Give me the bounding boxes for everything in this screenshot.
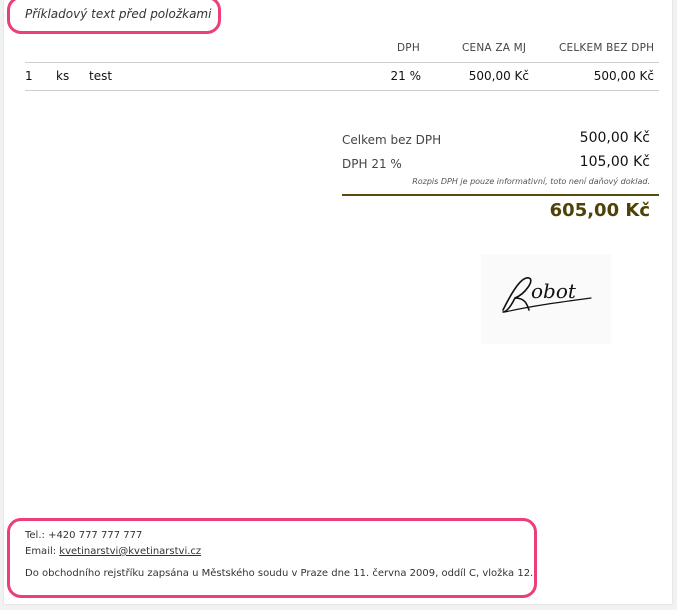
subtotal-value: 500,00 Kč xyxy=(579,130,650,146)
header-unit-price: CENA ZA MJ xyxy=(462,42,527,54)
signature-image: obot xyxy=(481,254,611,344)
row-quantity: 1 xyxy=(25,69,33,83)
subtotal-label: Celkem bez DPH xyxy=(342,133,442,147)
row-vat: 21 % xyxy=(390,69,422,83)
svg-text:obot: obot xyxy=(531,279,577,303)
footer-email-link[interactable]: kvetinarstvi@kvetinarstvi.cz xyxy=(59,546,201,557)
signature-drawing: obot xyxy=(502,277,592,313)
footer-email-line: Email: kvetinarstvi@kvetinarstvi.cz xyxy=(25,546,201,557)
grand-total: 605,00 Kč xyxy=(549,200,650,221)
footer-email-label: Email: xyxy=(25,546,60,557)
vat-note: Rozpis DPH je pouze informativní, toto n… xyxy=(412,177,650,186)
table-bottom-divider xyxy=(25,90,659,91)
total-divider xyxy=(342,194,659,196)
intro-text: Příkladový text před položkami xyxy=(25,7,212,21)
header-total-excl-vat: CELKEM BEZ DPH xyxy=(559,42,655,54)
vat-label: DPH 21 % xyxy=(342,157,402,171)
invoice-page: Příkladový text před položkami DPH CENA … xyxy=(4,0,672,604)
row-description: test xyxy=(89,69,113,83)
header-vat: DPH xyxy=(397,42,420,54)
row-unit: ks xyxy=(56,69,70,83)
vat-value: 105,00 Kč xyxy=(579,154,650,170)
footer-phone: Tel.: +420 777 777 777 xyxy=(25,530,143,541)
row-unit-price: 500,00 Kč xyxy=(468,69,529,83)
footer-registry: Do obchodního rejstříku zapsána u Městsk… xyxy=(25,568,534,579)
table-header-divider xyxy=(25,62,659,63)
row-total-excl-vat: 500,00 Kč xyxy=(593,69,654,83)
